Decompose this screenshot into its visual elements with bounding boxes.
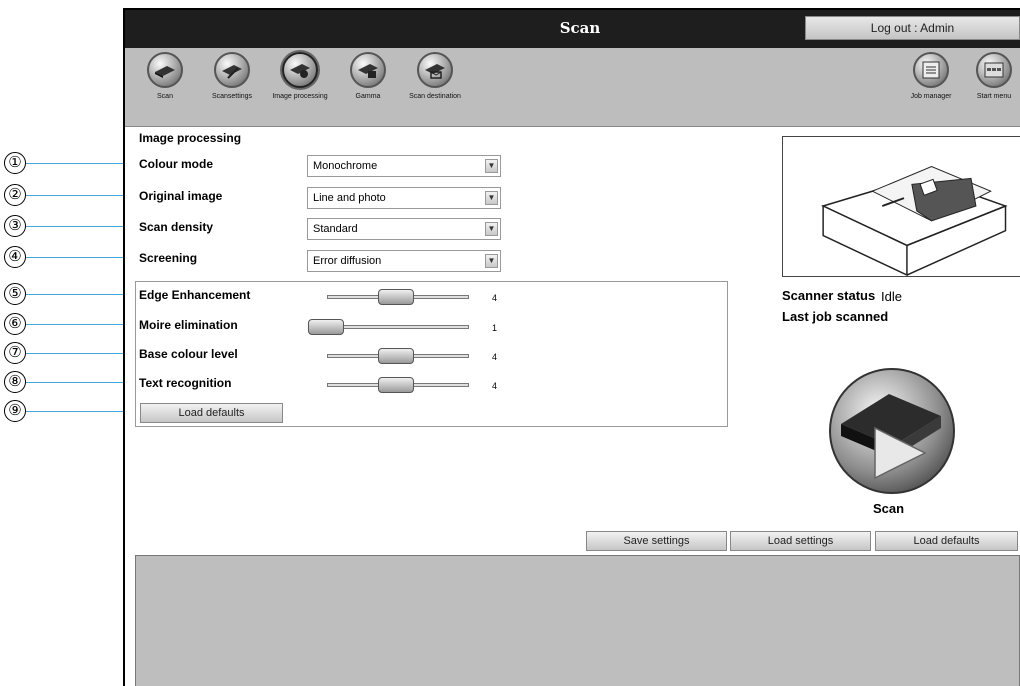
load-defaults-panel-button[interactable]: Load defaults (140, 403, 283, 423)
base-colour-level-value: 4 (492, 352, 498, 362)
toolbar-scansettings-label: Scansettings (211, 93, 253, 100)
callout-line-2 (26, 195, 138, 196)
toolbar-start-menu-label: Start menu (976, 93, 1012, 100)
edge-enhancement-value: 4 (492, 293, 498, 303)
callout-3: ③ (4, 215, 26, 237)
scan-icon (829, 368, 955, 494)
toolbar-scan-destination-label: Scan destination (409, 93, 461, 100)
screening-select[interactable]: Error diffusion ▼ (307, 250, 501, 272)
toolbar-scan-destination[interactable]: Scan destination (403, 52, 467, 101)
scan-button-label: Scan (873, 501, 905, 516)
gamma-icon (350, 52, 386, 88)
callout-4: ④ (4, 246, 26, 268)
chevron-down-icon: ▼ (485, 159, 498, 173)
toolbar-image-processing[interactable]: Image processing (268, 52, 332, 101)
scanner-status-label: Scanner status (782, 288, 876, 303)
colour-mode-label: Colour mode (139, 157, 213, 171)
base-colour-level-label: Base colour level (139, 347, 238, 361)
start-menu-icon (976, 52, 1012, 88)
callout-6: ⑥ (4, 313, 26, 335)
callout-line-6 (26, 324, 138, 325)
toolbar-start-menu[interactable]: Start menu (962, 52, 1020, 101)
colour-mode-value: Monochrome (313, 160, 378, 172)
moire-elimination-slider-thumb[interactable] (308, 319, 344, 335)
scan-density-select[interactable]: Standard ▼ (307, 218, 501, 240)
base-colour-level-slider-thumb[interactable] (378, 348, 414, 364)
scanner-preview-image (782, 136, 1020, 277)
scan-destination-icon (417, 52, 453, 88)
load-settings-button[interactable]: Load settings (730, 531, 871, 551)
text-recognition-value: 4 (492, 381, 498, 391)
title-bar: Scan Log out : Admin (125, 10, 1020, 48)
callout-line-7 (26, 353, 138, 354)
scan-icon (147, 52, 183, 88)
original-image-value: Line and photo (313, 192, 386, 204)
last-job-scanned-label: Last job scanned (782, 309, 889, 324)
load-defaults-button[interactable]: Load defaults (875, 531, 1018, 551)
log-area (135, 555, 1020, 686)
screening-value: Error diffusion (313, 255, 382, 267)
callout-5: ⑤ (4, 283, 26, 305)
toolbar: Scan Scansettings Image processing Gamma… (125, 48, 1020, 127)
toolbar-scan[interactable]: Scan (133, 52, 197, 101)
toolbar-scan-label: Scan (157, 93, 173, 100)
chevron-down-icon: ▼ (485, 191, 498, 205)
scan-density-label: Scan density (139, 220, 214, 234)
image-processing-heading: Image processing (139, 131, 242, 145)
callout-line-9 (26, 411, 138, 412)
toolbar-job-manager[interactable]: Job manager (899, 52, 963, 101)
callout-8: ⑧ (4, 371, 26, 393)
job-manager-icon (913, 52, 949, 88)
scanner-status-value: Idle (881, 289, 902, 304)
callout-line-3 (26, 226, 138, 227)
toolbar-image-processing-label: Image processing (272, 93, 328, 100)
callout-1: ① (4, 152, 26, 174)
callout-line-5 (26, 294, 138, 295)
toolbar-gamma[interactable]: Gamma (336, 52, 400, 101)
scan-app-window: Scan Log out : Admin Scan Scansettings I… (123, 8, 1020, 686)
original-image-select[interactable]: Line and photo ▼ (307, 187, 501, 209)
text-recognition-label: Text recognition (139, 376, 232, 390)
callout-line-4 (26, 257, 138, 258)
scansettings-icon (214, 52, 250, 88)
callout-line-1 (26, 163, 138, 164)
screening-label: Screening (139, 251, 198, 265)
edge-enhancement-slider-thumb[interactable] (378, 289, 414, 305)
scan-start-button[interactable] (819, 366, 965, 496)
toolbar-scansettings[interactable]: Scansettings (200, 52, 264, 101)
moire-elimination-label: Moire elimination (139, 318, 238, 332)
moire-elimination-value: 1 (492, 323, 498, 333)
moire-elimination-slider[interactable] (327, 325, 469, 329)
original-image-label: Original image (139, 189, 223, 203)
callout-2: ② (4, 184, 26, 206)
image-processing-icon (282, 52, 318, 88)
logout-button[interactable]: Log out : Admin (805, 16, 1020, 40)
save-settings-button[interactable]: Save settings (586, 531, 727, 551)
callout-7: ⑦ (4, 342, 26, 364)
toolbar-gamma-label: Gamma (355, 93, 381, 100)
chevron-down-icon: ▼ (485, 254, 498, 268)
colour-mode-select[interactable]: Monochrome ▼ (307, 155, 501, 177)
chevron-down-icon: ▼ (485, 222, 498, 236)
callout-9: ⑨ (4, 400, 26, 422)
toolbar-job-manager-label: Job manager (910, 93, 952, 100)
text-recognition-slider-thumb[interactable] (378, 377, 414, 393)
callout-line-8 (26, 382, 138, 383)
scan-density-value: Standard (313, 223, 358, 235)
edge-enhancement-label: Edge Enhancement (139, 288, 251, 302)
